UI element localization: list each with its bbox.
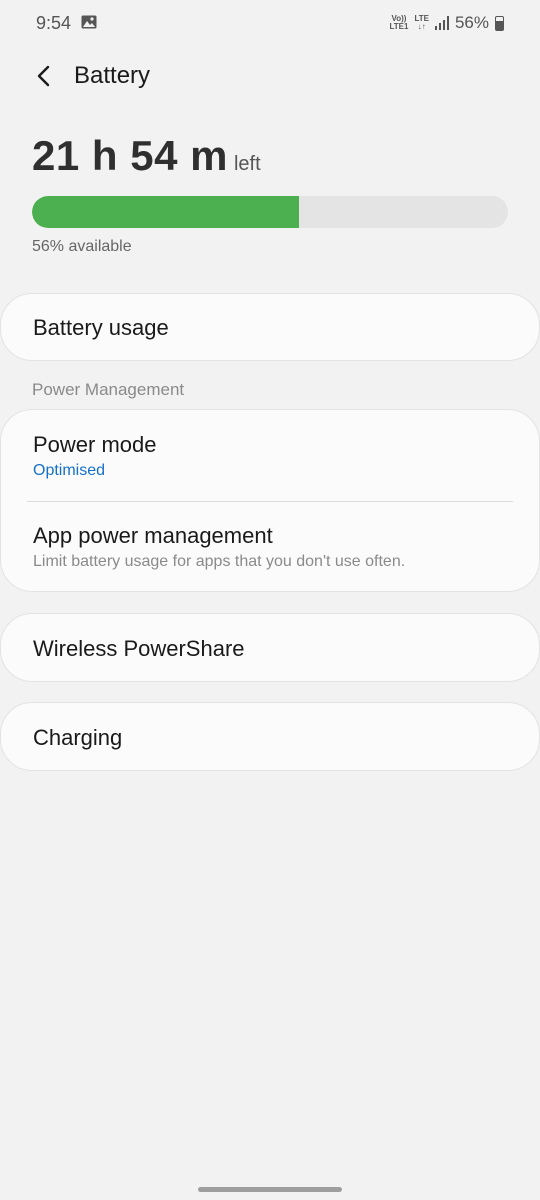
- power-mode-value: Optimised: [33, 461, 106, 479]
- signal-icon: [434, 16, 449, 30]
- battery-screen: 9:54 Vo)) LTE1 LTE ↓↑ 56% Battery 21 h 5…: [0, 0, 540, 1200]
- time-left-value: 21 h 54 m: [32, 132, 228, 179]
- gesture-nav-handle[interactable]: [198, 1187, 342, 1192]
- volte-indicator: Vo)) LTE1: [389, 15, 408, 31]
- page-title: Battery: [74, 62, 151, 89]
- battery-icon: [495, 15, 504, 31]
- gallery-icon: [81, 13, 97, 34]
- app-power-management-description: Limit battery usage for apps that you do…: [33, 552, 406, 570]
- battery-usage-item[interactable]: Battery usage: [1, 294, 539, 362]
- wireless-powershare-label: Wireless PowerShare: [33, 635, 245, 661]
- battery-usage-card: Battery usage: [0, 293, 540, 361]
- status-bar: 9:54 Vo)) LTE1 LTE ↓↑ 56%: [0, 0, 540, 46]
- battery-level-bar: [32, 196, 508, 228]
- power-mode-label: Power mode: [33, 431, 157, 457]
- volte-bottom: LTE1: [389, 22, 409, 31]
- status-right: Vo)) LTE1 LTE ↓↑ 56%: [389, 13, 504, 33]
- app-power-management-item[interactable]: App power management Limit battery usage…: [1, 502, 539, 591]
- back-button[interactable]: [24, 56, 64, 96]
- battery-percent: 56%: [454, 13, 489, 32]
- time-left-suffix: left: [233, 153, 261, 175]
- charging-card: Charging: [0, 702, 540, 771]
- charging-label: Charging: [33, 724, 123, 750]
- charging-item[interactable]: Charging: [1, 703, 539, 772]
- wireless-powershare-card: Wireless PowerShare: [0, 613, 540, 682]
- power-management-card: Power mode Optimised App power managemen…: [0, 409, 540, 592]
- power-mode-item[interactable]: Power mode Optimised: [1, 410, 539, 501]
- battery-available-text: 56% available: [32, 238, 132, 255]
- time-left: 21 h 54 m left: [32, 132, 261, 180]
- battery-usage-label: Battery usage: [33, 315, 169, 340]
- section-header-power-management: Power Management: [32, 380, 185, 399]
- battery-level-fill: [32, 196, 299, 228]
- app-power-management-label: App power management: [33, 522, 273, 548]
- status-time: 9:54: [36, 12, 72, 33]
- status-left: 9:54: [36, 13, 97, 34]
- wireless-powershare-item[interactable]: Wireless PowerShare: [1, 614, 539, 683]
- lte-indicator: LTE ↓↑: [414, 15, 429, 31]
- app-bar: Battery: [0, 48, 540, 104]
- data-arrows-icon: ↓↑: [417, 22, 426, 31]
- chevron-left-icon: [37, 65, 50, 87]
